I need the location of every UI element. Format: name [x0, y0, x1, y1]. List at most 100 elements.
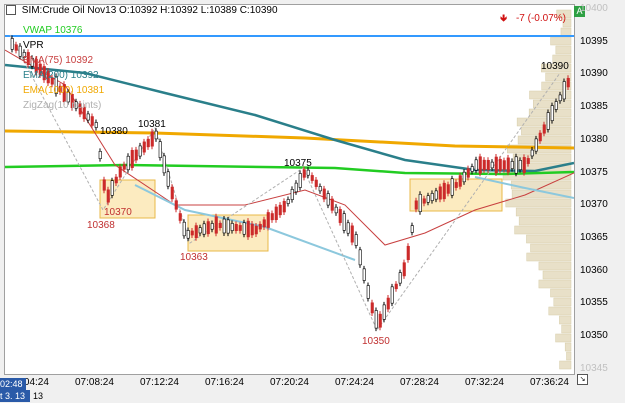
time-axis-tick: 07:16:24	[205, 377, 244, 388]
candle-body	[170, 186, 174, 200]
time-cursor-badge: 02:48	[0, 378, 26, 390]
candle-body	[250, 223, 254, 236]
candle-body	[210, 223, 214, 230]
candle-body	[310, 175, 314, 181]
candle-body	[94, 122, 98, 128]
legend-item[interactable]: VWAP 10376	[23, 25, 82, 36]
candle-body	[510, 161, 514, 169]
candle-body	[18, 45, 22, 57]
legend-item[interactable]: EMA(200) 10392	[23, 70, 99, 81]
zigzag-high-label: 10375	[284, 158, 312, 169]
candle-body	[350, 225, 354, 243]
time-axis-tick: 07:12:24	[140, 377, 179, 388]
candle-body	[162, 155, 166, 174]
candle-body	[426, 195, 430, 203]
candle-body	[442, 182, 446, 200]
candle-body	[562, 81, 566, 100]
candle-body	[114, 176, 118, 184]
volume-profile-bar	[555, 333, 572, 343]
candle-body	[10, 38, 14, 50]
candle-body	[526, 158, 530, 164]
volume-profile-bar	[538, 279, 572, 289]
date-cursor-sub: 13	[33, 391, 44, 401]
candle-body	[14, 44, 18, 51]
candle-body	[166, 171, 170, 187]
candle-body	[422, 198, 426, 204]
candle-body	[406, 245, 410, 261]
volume-profile-bar	[518, 216, 572, 226]
candle-body	[534, 138, 538, 152]
candle-body	[282, 201, 286, 213]
candle-body	[126, 155, 130, 171]
candle-body	[178, 213, 182, 221]
volume-profile-bar	[560, 27, 572, 37]
candle-body	[390, 286, 394, 304]
candle-body	[346, 222, 350, 234]
candle-body	[142, 141, 146, 153]
candle-body	[402, 262, 406, 277]
zigzag-low-label: 10368	[87, 220, 115, 231]
candle-body	[122, 164, 126, 170]
legend-item-label: VPR	[23, 40, 44, 51]
candle-body	[202, 223, 206, 235]
volume-profile-bar	[550, 288, 572, 298]
candle-body	[566, 77, 570, 88]
candle-body	[478, 156, 482, 174]
volume-profile-bar	[550, 36, 572, 46]
candle-body	[258, 223, 262, 230]
volume-profile-bar	[564, 342, 572, 352]
candle-body	[98, 151, 102, 159]
candle-body	[270, 213, 274, 221]
resize-corner-icon[interactable]: ↘	[577, 374, 588, 385]
chart-window: SIM:Crude Oil Nov13 O:10392 H:10392 L:10…	[0, 0, 625, 403]
volume-profile-bar	[559, 315, 572, 325]
candle-body	[146, 138, 150, 148]
candle-body	[474, 159, 478, 171]
volume-profile-bar	[512, 153, 572, 163]
zigzag-high-label: 10390	[541, 61, 569, 72]
price-axis-tick: 10395	[580, 35, 608, 47]
legend-item[interactable]: EMA(75) 10392	[23, 55, 93, 66]
candle-body	[370, 302, 374, 314]
volume-profile-bar	[505, 198, 572, 208]
candle-body	[326, 193, 330, 206]
candle-body	[198, 227, 202, 234]
candle-body	[194, 225, 198, 239]
candle-body	[494, 156, 498, 174]
candle-body	[554, 101, 558, 110]
candle-body	[446, 184, 450, 194]
candle-body	[102, 179, 106, 191]
candle-body	[302, 169, 306, 178]
time-axis-tick: 07:36:24	[530, 377, 569, 388]
candle-body	[230, 223, 234, 231]
time-axis-tick: 07:32:24	[465, 377, 504, 388]
price-change: 🢃 -7 (-0.07%)	[500, 11, 566, 28]
header-checkbox-icon[interactable]	[6, 5, 16, 16]
date-cursor-badge: t 3. 13	[0, 390, 30, 402]
candle-body	[514, 156, 518, 174]
candle-body	[242, 222, 246, 235]
candle-body	[174, 200, 178, 210]
volume-profile-bar	[521, 126, 572, 136]
legend-item-label: EMA(200) 10392	[23, 70, 99, 81]
time-axis-tick: 07:08:24	[75, 377, 114, 388]
volume-profile-bar	[553, 297, 572, 307]
legend-item[interactable]: ZigZag(10 points)	[23, 100, 101, 111]
candle-body	[414, 200, 418, 210]
candle-body	[262, 219, 266, 228]
legend-item[interactable]: EMA(1000) 10381	[23, 85, 104, 96]
candle-body	[386, 297, 390, 310]
instrument-title: SIM:Crude Oil Nov13 O:10392 H:10392 L:10…	[21, 5, 278, 16]
candle-body	[286, 199, 290, 204]
candle-body	[438, 186, 442, 200]
volume-profile-bar	[541, 81, 572, 91]
candle-body	[138, 145, 142, 157]
candle-body	[546, 112, 550, 130]
candle-body	[450, 178, 454, 196]
volume-profile-bar	[530, 243, 572, 253]
volume-profile-bar	[559, 360, 572, 370]
ema1000-line	[4, 129, 575, 150]
candle-body	[538, 132, 542, 142]
zigzag-low-label: 10363	[180, 252, 208, 263]
legend-item[interactable]: VPR	[23, 40, 44, 51]
